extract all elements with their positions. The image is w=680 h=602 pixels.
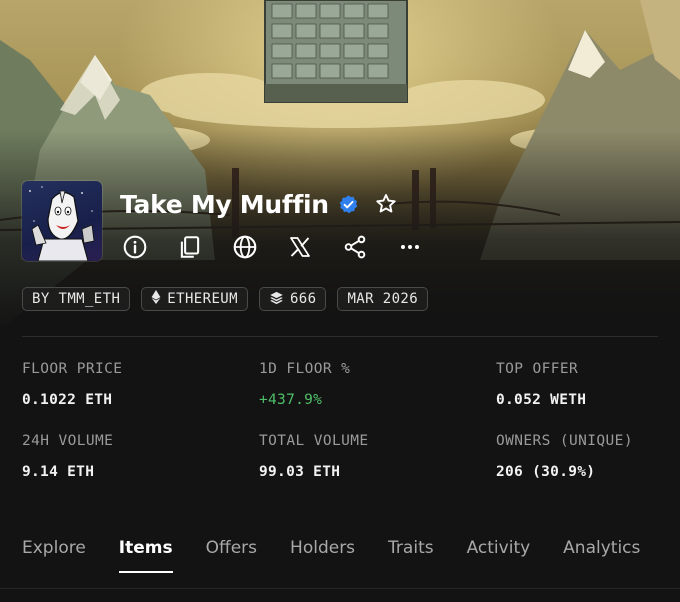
stat-label: 1D FLOOR % — [259, 361, 351, 377]
stat-label: TOP OFFER — [496, 361, 579, 377]
collection-title-row: Take My Muffin — [120, 186, 398, 222]
collection-name: Take My Muffin — [120, 189, 329, 219]
chain-label: ETHEREUM — [167, 291, 238, 307]
items-count-label: 666 — [289, 291, 317, 307]
section-divider — [22, 336, 658, 337]
more-icon[interactable] — [395, 232, 425, 262]
creator-chip[interactable]: BY TMM_ETH — [22, 287, 131, 311]
stat-label: TOTAL VOLUME — [259, 433, 369, 449]
created-date-chip: MAR 2026 — [337, 287, 429, 311]
stat-label: OWNERS (UNIQUE) — [496, 433, 633, 449]
tab-explore[interactable]: Explore — [22, 538, 86, 573]
stat-24h-volume: 24H VOLUME 9.14 ETH — [22, 433, 113, 480]
avatar-illustration — [29, 186, 95, 261]
tab-activity[interactable]: Activity — [467, 538, 531, 573]
stat-owners: OWNERS (UNIQUE) 206 (30.9%) — [496, 433, 633, 480]
verified-badge-icon — [338, 194, 359, 215]
stat-floor-price: FLOOR PRICE 0.1022 ETH — [22, 361, 122, 408]
stat-total-volume: TOTAL VOLUME 99.03 ETH — [259, 433, 369, 480]
tab-items[interactable]: Items — [118, 538, 173, 573]
collection-avatar — [22, 181, 102, 261]
creator-label: BY TMM_ETH — [32, 291, 121, 307]
layers-icon — [269, 290, 284, 309]
stat-value: 9.14 ETH — [22, 464, 95, 480]
copy-icon[interactable] — [175, 232, 205, 262]
globe-icon[interactable] — [230, 232, 260, 262]
tab-holders[interactable]: Holders — [290, 538, 355, 573]
collection-actions — [120, 232, 450, 262]
stat-value: 0.052 WETH — [496, 392, 587, 408]
stat-top-offer: TOP OFFER 0.052 WETH — [496, 361, 586, 408]
x-logo-icon[interactable] — [285, 232, 315, 262]
items-count-chip[interactable]: 666 — [258, 287, 327, 311]
stat-label: 24H VOLUME — [22, 433, 114, 449]
stat-floor-change: 1D FLOOR % +437.9% — [259, 361, 350, 408]
collection-tabs: Explore Items Offers Holders Traits Acti… — [22, 538, 673, 573]
ethereum-icon — [151, 290, 161, 308]
tab-offers[interactable]: Offers — [206, 538, 257, 573]
stat-value: 99.03 ETH — [259, 464, 341, 480]
favorite-star-icon[interactable] — [374, 192, 398, 216]
tabs-underline-rule — [0, 588, 680, 589]
share-icon[interactable] — [340, 232, 370, 262]
tab-traits[interactable]: Traits — [388, 538, 434, 573]
tab-analytics[interactable]: Analytics — [563, 538, 640, 573]
stat-value: +437.9% — [259, 392, 323, 408]
collection-banner — [0, 0, 680, 330]
stat-value: 206 (30.9%) — [496, 464, 596, 480]
info-icon[interactable] — [120, 232, 150, 262]
created-date-label: MAR 2026 — [347, 291, 419, 307]
stat-value: 0.1022 ETH — [22, 392, 113, 408]
chain-chip[interactable]: ETHEREUM — [141, 287, 248, 311]
stat-label: FLOOR PRICE — [22, 361, 123, 377]
collection-chips: BY TMM_ETH ETHEREUM 666 MAR 2026 — [22, 287, 429, 311]
